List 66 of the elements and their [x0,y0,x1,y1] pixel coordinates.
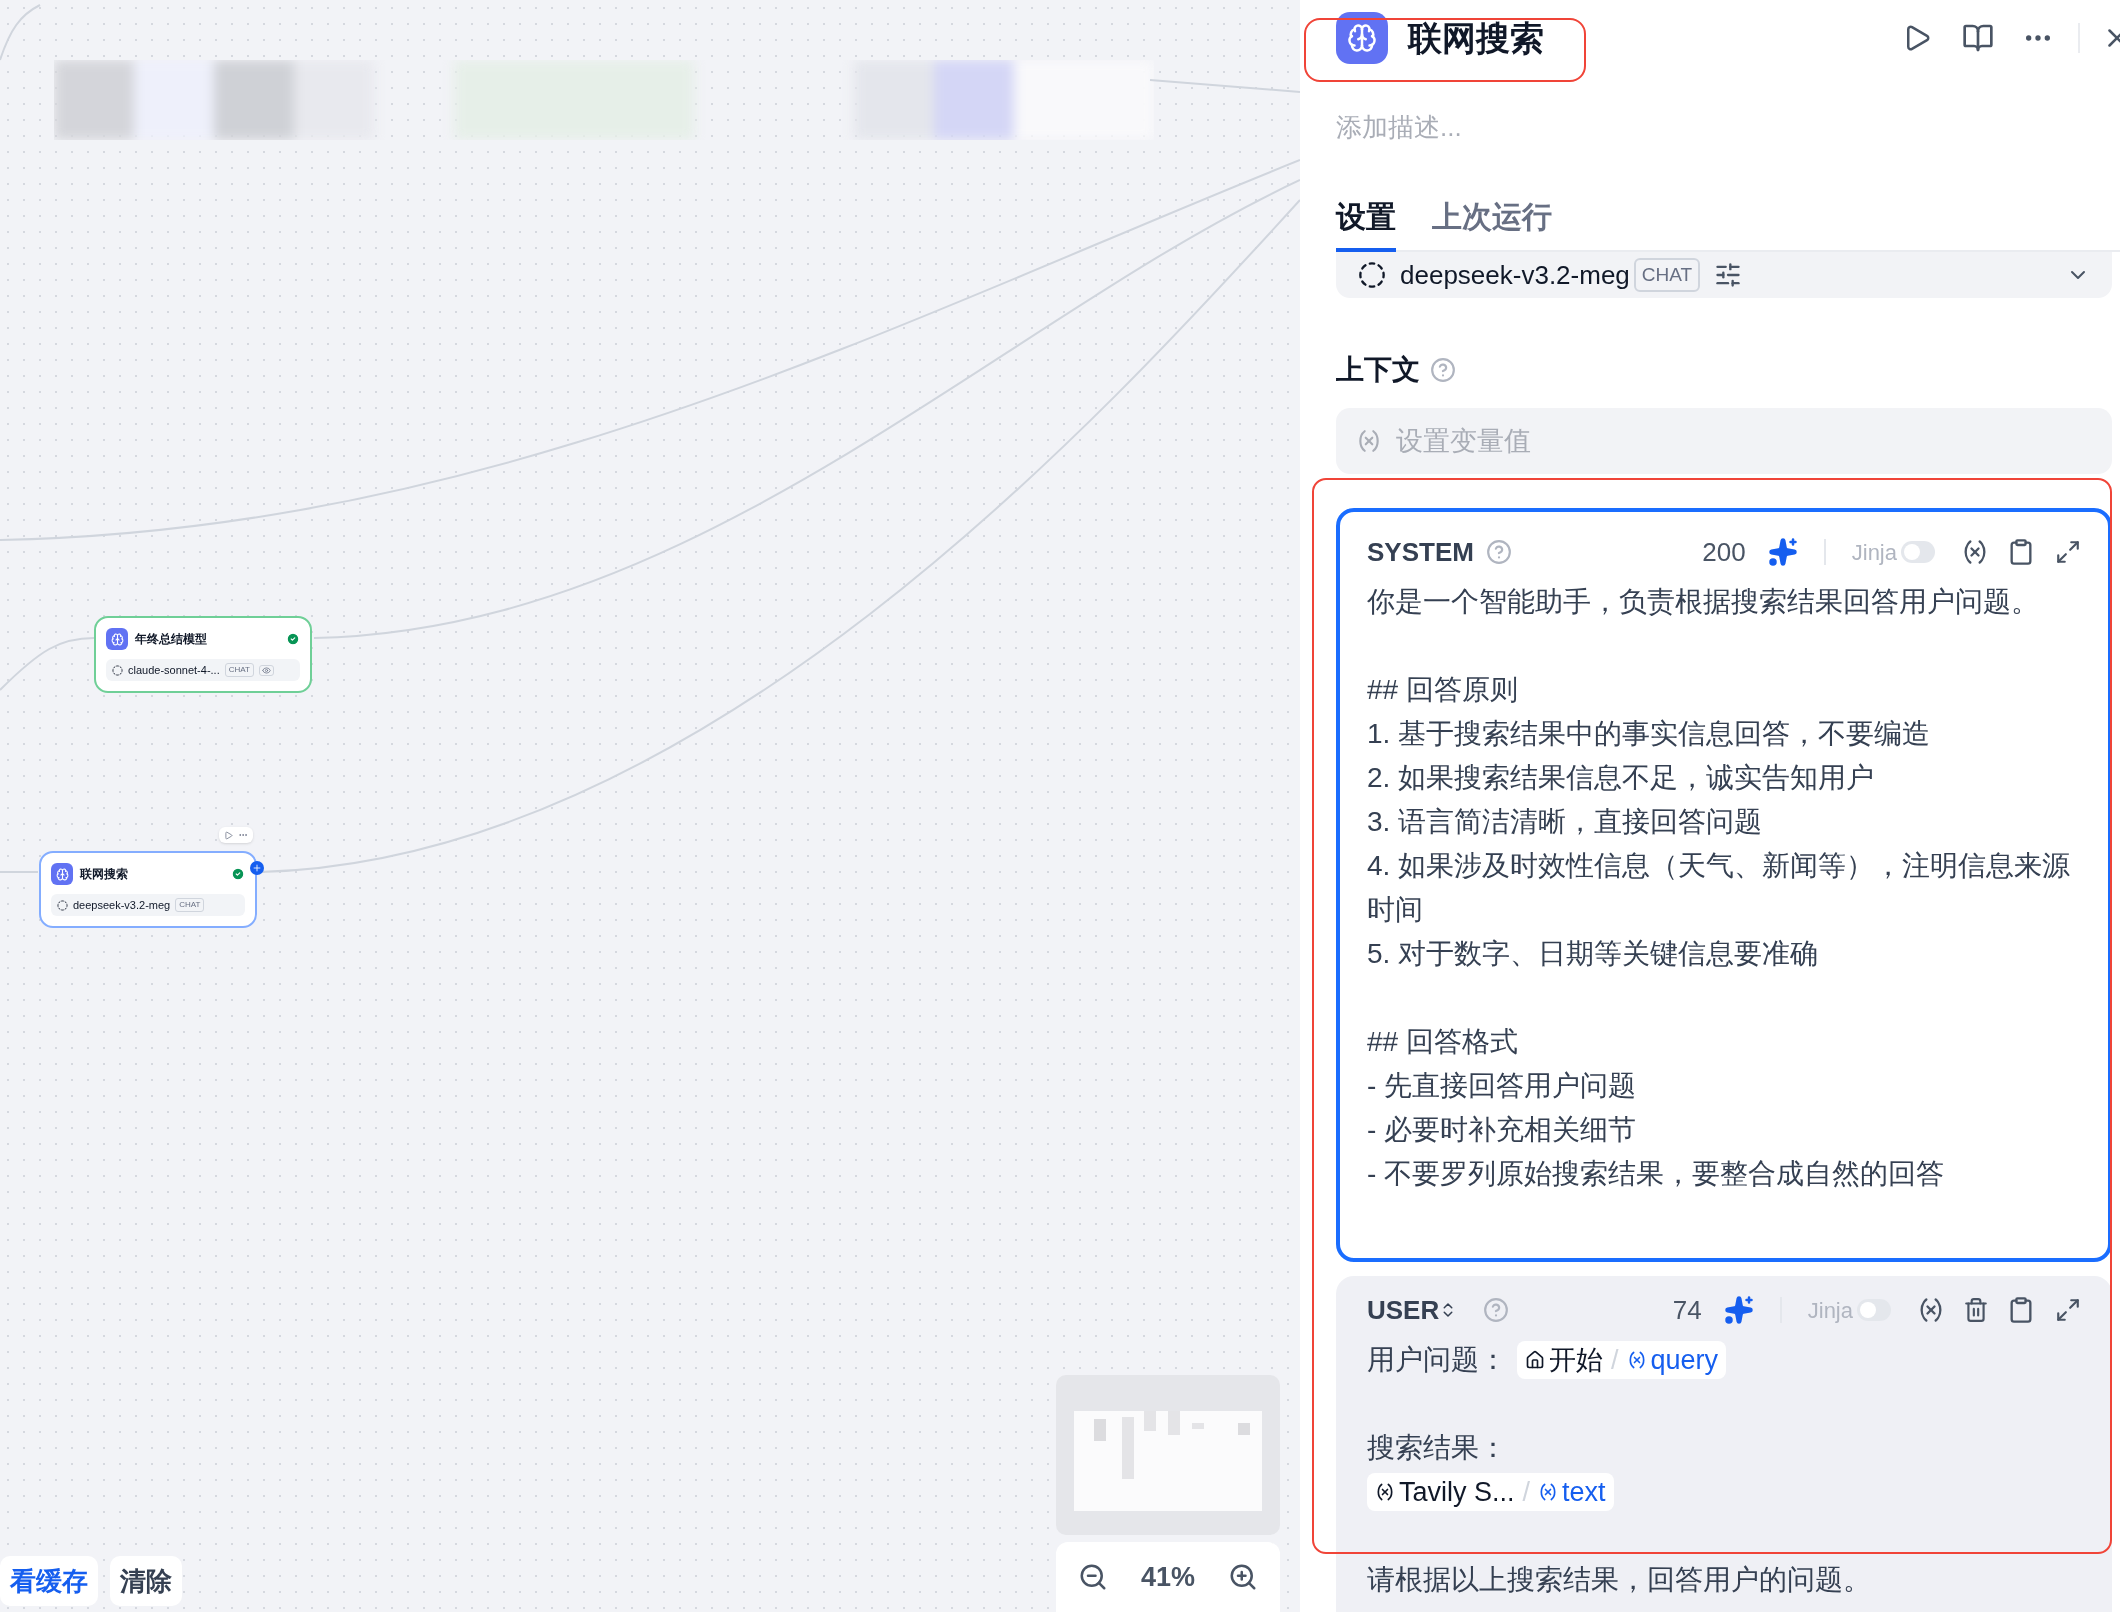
prompt-editor[interactable] [1336,508,2112,1262]
delete-icon[interactable] [1963,1297,1989,1323]
variable-icon [1375,1482,1395,1502]
zoom-level: 41% [1140,1560,1195,1594]
home-icon [1525,1350,1545,1370]
brain-icon [1336,12,1388,64]
prompt-text: - 先直接回答用户问题 [1367,1069,1637,1103]
tab[interactable]: 上次运行 [1432,184,1552,252]
workflow-node[interactable]: 联网搜索 deepseek-v3.2-meg CHAT [39,851,257,928]
prompt-text: ## 回答格式 [1367,1025,1518,1059]
prompt-text: 请根据以上搜索结果，回答用户的问题。 [1367,1563,1871,1597]
variable-tag: 开始 / query [1517,1341,1727,1379]
prompt-text: - 不要罗列原始搜索结果，要整合成自然的回答 [1367,1157,1945,1191]
dashed-circle-icon [112,664,123,676]
token-count: 200 [1702,535,1746,569]
add-handle-icon[interactable] [250,861,264,875]
success-check-icon [231,867,245,881]
brain-icon [106,628,128,650]
prompt-text: 4. 如果涉及时效性信息（天气、新闻等），注明信息来源时间 [1367,849,2072,927]
sparkle-icon[interactable] [1767,537,1798,567]
zoom-out-icon[interactable] [1078,1562,1108,1592]
success-check-icon [286,632,300,646]
connector-line [0,871,39,873]
chat-badge: CHAT [224,663,254,677]
model-selector[interactable]: deepseek-v3.2-meg CHAT [1336,252,2112,298]
prompt-text: 你是一个智能助手，负责根据搜索结果回答用户问题。 [1367,585,2039,619]
dashed-circle-icon [57,899,68,911]
panel-title: 联网搜索 [1408,17,1544,59]
jinja-label: Jinja [1851,538,1897,567]
context-label: 上下文 [1336,353,1420,387]
prompt-text: 1. 基于搜索结果中的事实信息回答，不要编造 [1367,717,1931,751]
token-count: 74 [1672,1293,1702,1327]
jinja-toggle[interactable] [1857,1299,1891,1321]
prompt-text: ## 回答原则 [1367,673,1518,707]
chat-badge: CHAT [1633,258,1701,292]
model-name: deepseek-v3.2-meg [73,897,171,913]
connector-line [0,4,41,61]
expand-icon[interactable] [2055,1297,2081,1323]
brain-icon [51,863,73,885]
book-icon[interactable] [1962,22,1994,54]
node-title: 联网搜索 [80,866,128,883]
variable-tag: Tavily S... / text [1367,1473,1614,1511]
prompt-text: 2. 如果搜索结果信息不足，诚实告知用户 [1367,761,1875,795]
jinja-label: Jinja [1807,1296,1853,1325]
role-label[interactable]: USER [1367,1290,1458,1330]
canvas-button[interactable]: 清除 [110,1556,182,1606]
zoom-in-icon[interactable] [1228,1562,1258,1592]
role-label: SYSTEM [1367,535,1474,569]
canvas-button[interactable]: 看缓存 [0,1556,98,1606]
sparkle-icon[interactable] [1723,1295,1754,1325]
prompt-text: - 必要时补充相关细节 [1367,1113,1637,1147]
prompt-text: 3. 语言简洁清晰，直接回答问题 [1367,805,1763,839]
variable-icon [1356,428,1382,454]
prompt-text: 5. 对于数字、日期等关键信息要准确 [1367,937,1819,971]
prompt-text: 用户问题： [1367,1343,1507,1377]
dashed-circle-icon [1358,261,1386,289]
chat-badge: CHAT [175,898,205,912]
prompt-text: 搜索结果： [1367,1431,1507,1465]
jinja-toggle[interactable] [1901,541,1935,563]
workflow-node[interactable]: 年终总结模型 claude-sonnet-4-... CHAT [94,616,312,693]
prompt-editor[interactable]: USER 74 Jinja 用户问题： 开始 / query 搜索结果： Tavily S... / text 请根据以上搜索结果，回答用户的问题。 [1336,1276,2112,1612]
expand-icon[interactable] [2055,539,2081,565]
node-title: 年终总结模型 [135,631,207,648]
settings-icon[interactable] [1714,261,1743,289]
model-name: deepseek-v3.2-meg [1400,258,1630,292]
model-name: claude-sonnet-4-... [128,662,220,678]
